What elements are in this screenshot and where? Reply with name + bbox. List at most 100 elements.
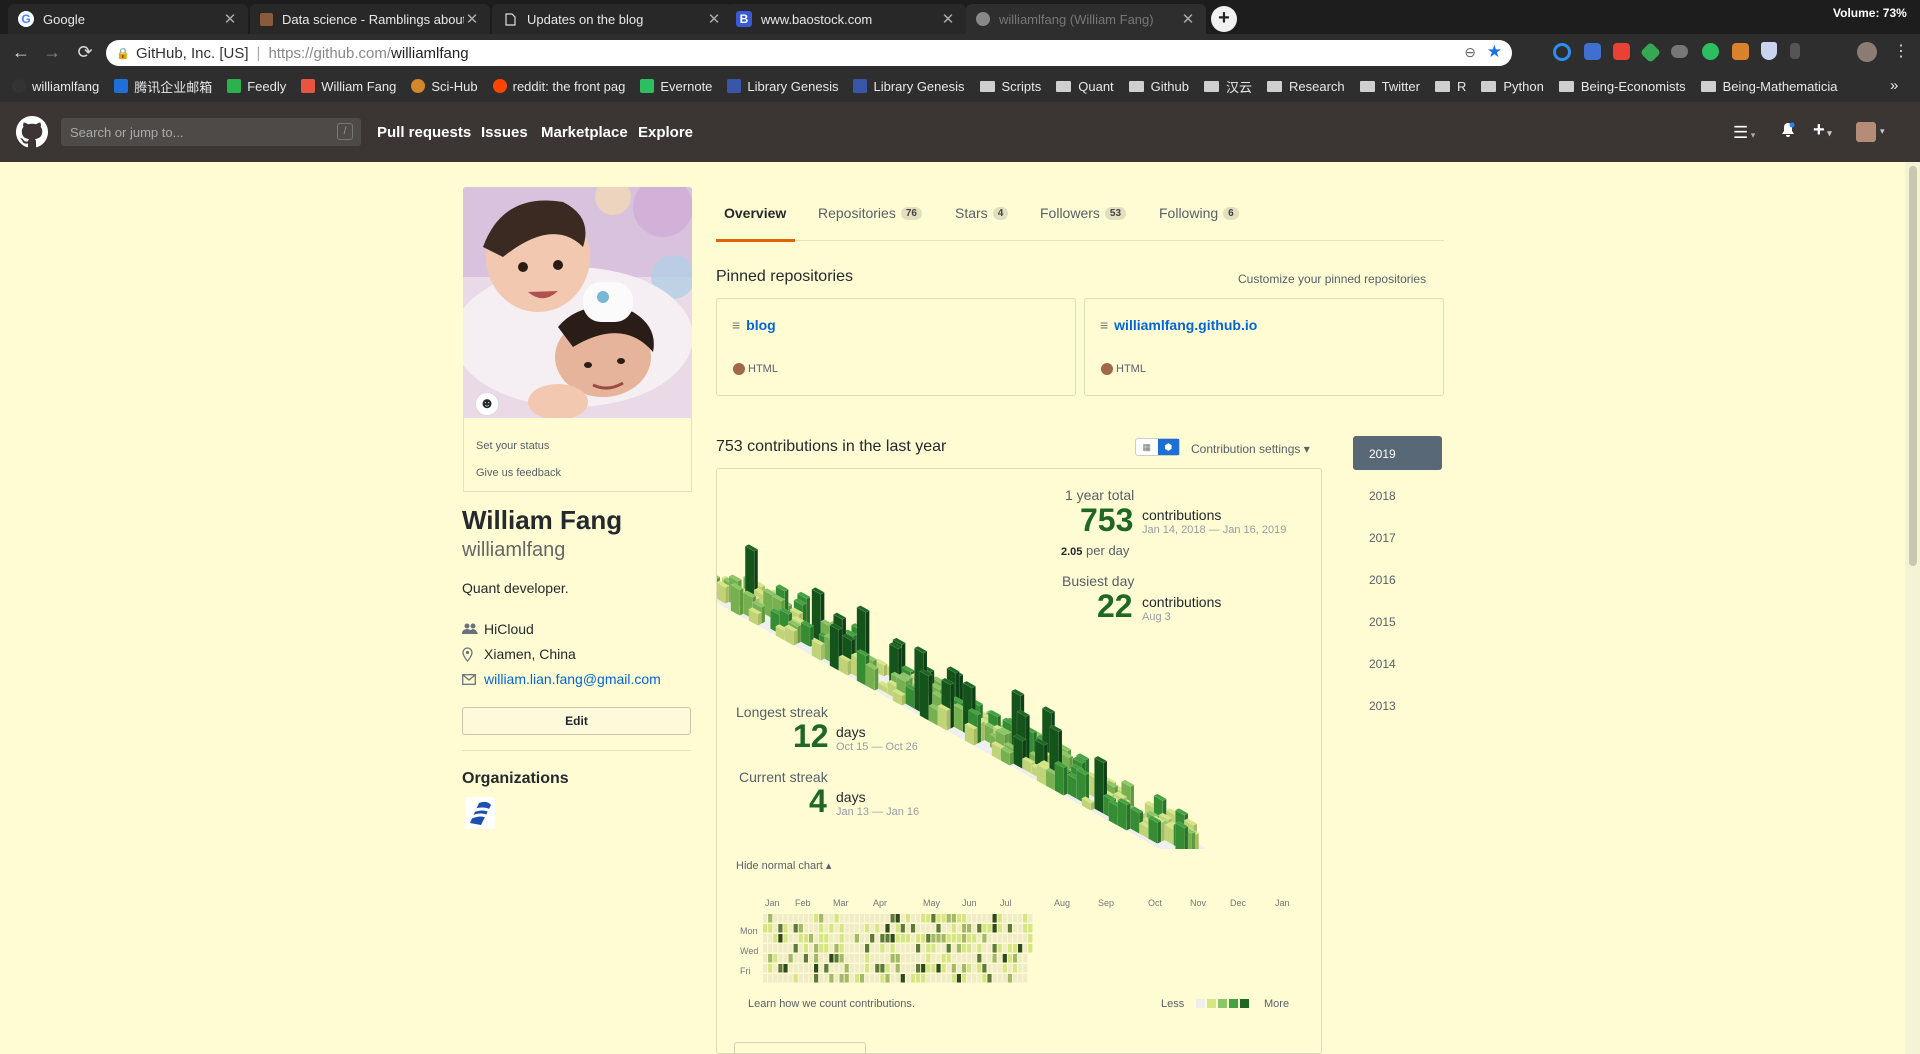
calendar-day-cell[interactable] [768, 944, 773, 953]
calendar-day-cell[interactable] [1012, 924, 1018, 933]
calendar-day-cell[interactable] [972, 934, 977, 943]
calendar-day-cell[interactable] [778, 934, 783, 943]
calendar-day-cell[interactable] [839, 964, 844, 973]
calendar-day-cell[interactable] [768, 924, 773, 933]
calendar-day-cell[interactable] [1023, 954, 1028, 963]
browser-menu-icon[interactable]: ⋮ [1889, 40, 1913, 64]
calendar-day-cell[interactable] [987, 914, 992, 923]
calendar-day-cell[interactable] [916, 944, 921, 953]
calendar-day-cell[interactable] [885, 934, 890, 943]
calendar-day-cell[interactable] [936, 934, 941, 943]
profile-avatar-icon[interactable] [1857, 42, 1877, 62]
calendar-day-cell[interactable] [956, 924, 961, 933]
calendar-day-cell[interactable] [1018, 954, 1023, 963]
calendar-day-cell[interactable] [880, 934, 885, 943]
calendar-day-cell[interactable] [865, 914, 870, 923]
calendar-day-cell[interactable] [859, 974, 865, 983]
calendar-day-cell[interactable] [987, 964, 992, 973]
calendar-day-cell[interactable] [788, 954, 793, 963]
calendar-day-cell[interactable] [890, 954, 895, 963]
calendar-day-cell[interactable] [1028, 944, 1033, 953]
calendar-day-cell[interactable] [793, 944, 798, 953]
calendar-day-cell[interactable] [865, 924, 870, 933]
calendar-day-cell[interactable] [921, 944, 926, 953]
feedback-link[interactable]: Give us feedback [476, 467, 561, 479]
calendar-day-cell[interactable] [859, 914, 865, 923]
calendar-day-cell[interactable] [839, 924, 844, 933]
calendar-day-cell[interactable] [936, 954, 941, 963]
calendar-day-cell[interactable] [778, 964, 783, 973]
calendar-day-cell[interactable] [788, 964, 793, 973]
calendar-day-cell[interactable] [885, 964, 890, 973]
calendar-day-cell[interactable] [1023, 914, 1028, 923]
calendar-day-cell[interactable] [910, 964, 916, 973]
calendar-day-cell[interactable] [946, 914, 951, 923]
calendar-day-cell[interactable] [992, 924, 997, 933]
calendar-day-cell[interactable] [931, 944, 936, 953]
calendar-day-cell[interactable] [1002, 924, 1007, 933]
calendar-day-cell[interactable] [895, 974, 900, 983]
calendar-day-cell[interactable] [977, 944, 982, 953]
calendar-day-cell[interactable] [859, 954, 865, 963]
calendar-day-cell[interactable] [926, 974, 931, 983]
calendar-day-cell[interactable] [967, 914, 972, 923]
calendar-day-cell[interactable] [819, 954, 824, 963]
calendar-day-cell[interactable] [829, 924, 834, 933]
calendar-day-cell[interactable] [798, 914, 803, 923]
calendar-day-cell[interactable] [895, 954, 900, 963]
bookmark-item[interactable]: Library Genesis [853, 79, 965, 94]
calendar-day-cell[interactable] [936, 924, 941, 933]
calendar-day-cell[interactable] [1012, 934, 1018, 943]
year-2018-link[interactable]: 2018 [1353, 478, 1442, 512]
calendar-day-cell[interactable] [819, 934, 824, 943]
calendar-day-cell[interactable] [875, 974, 880, 983]
calendar-day-cell[interactable] [972, 964, 977, 973]
repo-name-link[interactable]: williamlfang.github.io [1114, 317, 1257, 333]
calendar-day-cell[interactable] [880, 944, 885, 953]
tab-following[interactable]: Following 6 [1159, 205, 1239, 221]
calendar-day-cell[interactable] [844, 934, 849, 943]
extension-bookmark-icon[interactable] [1790, 43, 1800, 59]
calendar-day-cell[interactable] [905, 914, 910, 923]
calendar-day-cell[interactable] [997, 964, 1002, 973]
calendar-day-cell[interactable] [875, 924, 880, 933]
calendar-day-cell[interactable] [854, 934, 859, 943]
calendar-day-cell[interactable] [900, 924, 905, 933]
calendar-day-cell[interactable] [839, 974, 844, 983]
calendar-day-cell[interactable] [987, 934, 992, 943]
calendar-day-cell[interactable] [865, 974, 870, 983]
calendar-day-cell[interactable] [1007, 974, 1012, 983]
calendar-day-cell[interactable] [951, 944, 956, 953]
calendar-day-cell[interactable] [905, 924, 910, 933]
calendar-day-cell[interactable] [1012, 954, 1018, 963]
calendar-day-cell[interactable] [773, 944, 778, 953]
bookmark-item[interactable]: 汉云 [1203, 77, 1252, 96]
calendar-day-cell[interactable] [900, 964, 905, 973]
nav-explore[interactable]: Explore [638, 124, 693, 141]
calendar-day-cell[interactable] [946, 944, 951, 953]
calendar-day-cell[interactable] [829, 964, 834, 973]
close-icon[interactable]: ✕ [222, 10, 238, 28]
calendar-day-cell[interactable] [895, 964, 900, 973]
bookmark-item[interactable]: Python [1481, 79, 1544, 94]
calendar-day-cell[interactable] [997, 974, 1002, 983]
calendar-day-cell[interactable] [992, 944, 997, 953]
tab-stars[interactable]: Stars 4 [955, 205, 1009, 221]
calendar-day-cell[interactable] [834, 914, 839, 923]
edit-profile-button[interactable]: Edit [462, 707, 691, 735]
github-logo-icon[interactable] [16, 116, 48, 148]
calendar-day-cell[interactable] [834, 934, 839, 943]
calendar-day-cell[interactable] [875, 964, 880, 973]
bookmark-item[interactable]: Twitter [1359, 79, 1420, 94]
calendar-day-cell[interactable] [778, 974, 783, 983]
calendar-day-cell[interactable] [1023, 944, 1028, 953]
calendar-day-cell[interactable] [844, 954, 849, 963]
calendar-day-cell[interactable] [819, 924, 824, 933]
calendar-day-cell[interactable] [839, 944, 844, 953]
calendar-day-cell[interactable] [763, 934, 768, 943]
close-icon[interactable]: ✕ [1180, 10, 1196, 28]
calendar-day-cell[interactable] [859, 934, 865, 943]
calendar-day-cell[interactable] [936, 944, 941, 953]
calendar-day-cell[interactable] [916, 964, 921, 973]
calendar-day-cell[interactable] [977, 974, 982, 983]
